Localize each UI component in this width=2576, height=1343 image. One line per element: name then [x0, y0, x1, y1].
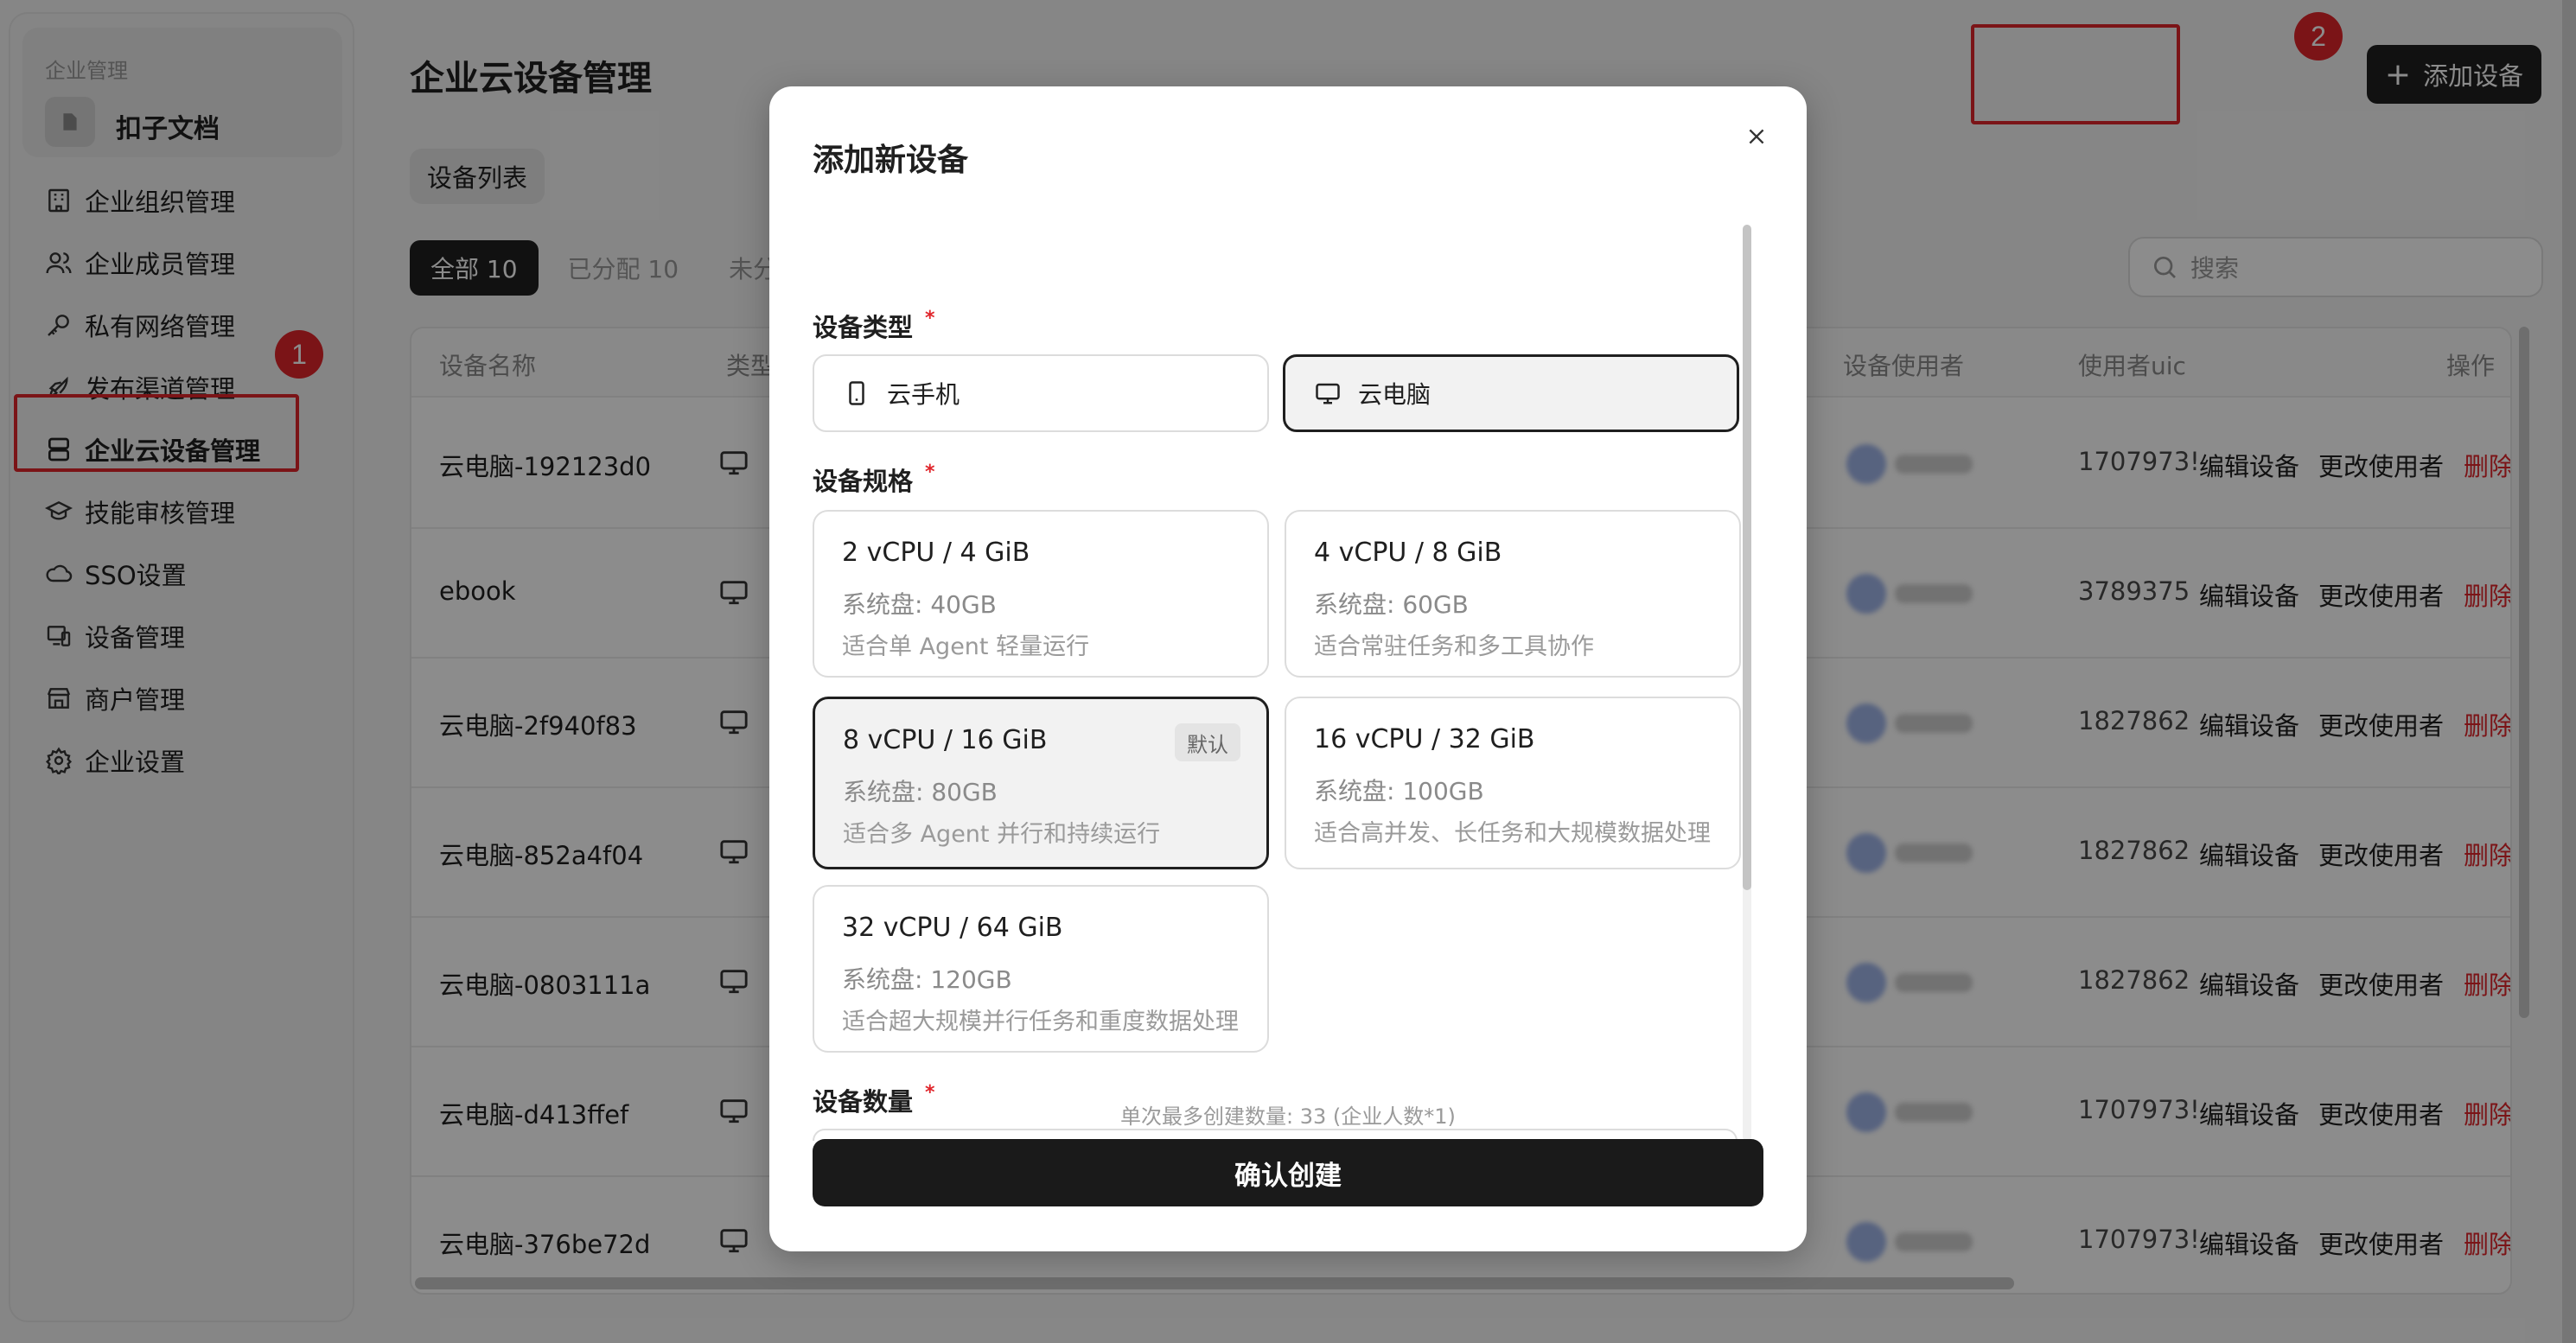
spec-desc: 适合多 Agent 并行和持续运行: [843, 821, 1161, 848]
monitor-icon: [1316, 383, 1340, 404]
spec-option-4vcpu[interactable]: 4 vCPU / 8 GiB 系统盘: 60GB 适合常驻任务和多工具协作: [1285, 510, 1741, 678]
spec-option-16vcpu[interactable]: 16 vCPU / 32 GiB 系统盘: 100GB 适合高并发、长任务和大规…: [1285, 697, 1741, 869]
required-mark: *: [925, 461, 935, 483]
spec-name: 2 vCPU / 4 GiB: [842, 538, 1030, 568]
spec-desc: 适合高并发、长任务和大规模数据处理: [1314, 820, 1711, 847]
spec-name: 16 vCPU / 32 GiB: [1314, 724, 1535, 754]
type-option-cloud-phone[interactable]: 云手机: [813, 354, 1269, 432]
spec-name: 32 vCPU / 64 GiB: [842, 913, 1063, 943]
modal-scrollbar-thumb[interactable]: [1743, 225, 1751, 890]
device-type-text: 设备类型: [813, 313, 914, 342]
spec-option-8vcpu[interactable]: 8 vCPU / 16 GiB 默认 系统盘: 80GB 适合多 Agent 并…: [813, 697, 1269, 869]
app-window: 企业管理 扣子文档 企业组织管理 企业成员管理 私有网络管理 发布渠道管理 企业…: [0, 0, 2576, 1343]
max-create-hint: 单次最多创建数量: 33 (企业人数*1): [1120, 1104, 1456, 1129]
device-spec-text: 设备规格: [813, 467, 914, 496]
modal-title: 添加新设备: [813, 143, 969, 178]
spec-option-32vcpu[interactable]: 32 vCPU / 64 GiB 系统盘: 120GB 适合超大规模并行任务和重…: [813, 885, 1269, 1053]
add-device-modal: 添加新设备 设备类型 * 云手机 云电脑 设备规格 * 2 vCPU / 4 GiB…: [769, 86, 1807, 1251]
device-type-label: 设备类型 *: [813, 308, 935, 344]
phone-icon: [849, 381, 864, 405]
close-button[interactable]: [1736, 116, 1777, 157]
close-icon: [1749, 129, 1764, 144]
spec-desc: 适合单 Agent 轻量运行: [842, 633, 1090, 660]
type-option-cloud-pc[interactable]: 云电脑: [1283, 354, 1739, 432]
device-spec-label: 设备规格 *: [813, 461, 935, 498]
spec-disk: 系统盘: 80GB: [843, 778, 998, 806]
spec-name: 4 vCPU / 8 GiB: [1314, 538, 1502, 568]
spec-disk: 系统盘: 60GB: [1314, 590, 1469, 619]
spec-disk: 系统盘: 100GB: [1314, 777, 1484, 805]
spec-disk: 系统盘: 40GB: [842, 590, 997, 619]
spec-desc: 适合常驻任务和多工具协作: [1314, 633, 1594, 660]
modal-body: 设备类型 * 云手机 云电脑 设备规格 * 2 vCPU / 4 GiB 系统盘: …: [813, 207, 1763, 1141]
required-mark: *: [925, 308, 935, 329]
confirm-create-button[interactable]: 确认创建: [813, 1139, 1763, 1206]
spec-option-2vcpu[interactable]: 2 vCPU / 4 GiB 系统盘: 40GB 适合单 Agent 轻量运行: [813, 510, 1269, 678]
type-option-label: 云手机: [887, 380, 960, 409]
spec-name: 8 vCPU / 16 GiB: [843, 725, 1048, 755]
type-option-label: 云电脑: [1358, 380, 1431, 409]
default-badge: 默认: [1175, 723, 1240, 761]
spec-disk: 系统盘: 120GB: [842, 965, 1012, 994]
spec-desc: 适合超大规模并行任务和重度数据处理: [842, 1009, 1239, 1035]
